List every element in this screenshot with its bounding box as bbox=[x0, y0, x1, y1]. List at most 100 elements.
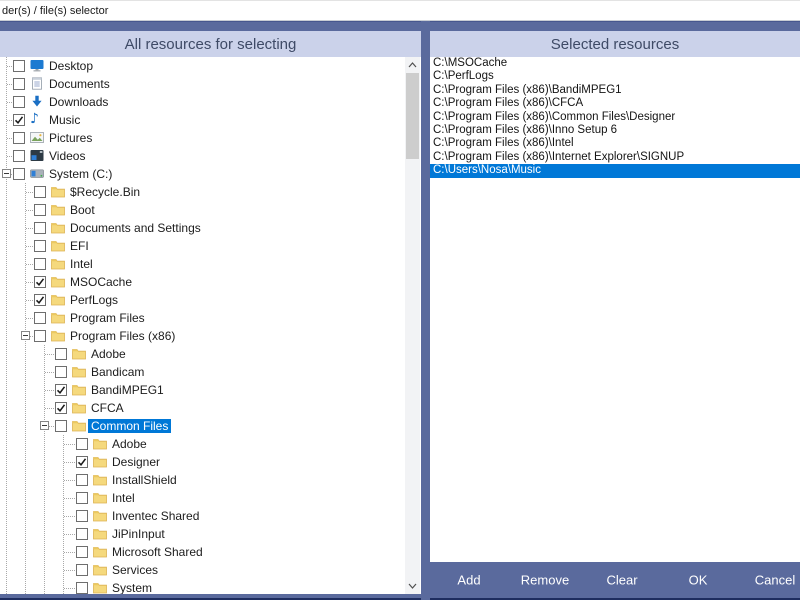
tree-item-system-c[interactable]: System (C:) bbox=[0, 165, 405, 183]
tree-item-bandicam[interactable]: Bandicam bbox=[0, 363, 405, 381]
collapse-minus-icon[interactable] bbox=[40, 421, 49, 430]
tree-item-documents-and-settings[interactable]: Documents and Settings bbox=[0, 219, 405, 237]
ok-button[interactable]: OK bbox=[681, 568, 716, 591]
checkbox-bandicam[interactable] bbox=[55, 366, 67, 378]
tree-item-label[interactable]: Music bbox=[49, 113, 80, 127]
tree-item-label[interactable]: Documents bbox=[49, 77, 110, 91]
tree-item-boot[interactable]: Boot bbox=[0, 201, 405, 219]
selected-resource-row[interactable]: C:\Program Files (x86)\Common Files\Desi… bbox=[430, 111, 800, 124]
selected-resource-row[interactable]: C:\Program Files (x86)\BandiMPEG1 bbox=[430, 84, 800, 97]
checkbox-intel[interactable] bbox=[34, 258, 46, 270]
checkbox-desktop[interactable] bbox=[13, 60, 25, 72]
checkbox-efi[interactable] bbox=[34, 240, 46, 252]
tree-item-label[interactable]: Inventec Shared bbox=[112, 509, 199, 523]
checkbox-services[interactable] bbox=[76, 564, 88, 576]
checkbox-inventec-shared[interactable] bbox=[76, 510, 88, 522]
checkbox-bandimpeg1[interactable] bbox=[55, 384, 67, 396]
tree-item-label[interactable]: CFCA bbox=[91, 401, 124, 415]
tree-item-intel[interactable]: Intel bbox=[0, 255, 405, 273]
tree-item-label[interactable]: Microsoft Shared bbox=[112, 545, 203, 559]
selected-resource-row[interactable]: C:\Users\Nosa\Music bbox=[430, 164, 800, 178]
tree-item-inventec-shared[interactable]: Inventec Shared bbox=[0, 507, 405, 525]
selected-resource-row[interactable]: C:\Program Files (x86)\Intel bbox=[430, 137, 800, 150]
add-button[interactable]: Add bbox=[449, 568, 488, 591]
tree-item-label[interactable]: MSOCache bbox=[70, 275, 132, 289]
tree-item-label[interactable]: Adobe bbox=[91, 347, 126, 361]
tree-item-label[interactable]: Bandicam bbox=[91, 365, 144, 379]
tree-item-label[interactable]: System (C:) bbox=[49, 167, 112, 181]
scrollbar-thumb[interactable] bbox=[406, 73, 419, 159]
tree-item-cfca[interactable]: CFCA bbox=[0, 399, 405, 417]
tree-item-label[interactable]: BandiMPEG1 bbox=[91, 383, 164, 397]
tree-item-adobe[interactable]: Adobe bbox=[0, 345, 405, 363]
tree-item-msocache[interactable]: MSOCache bbox=[0, 273, 405, 291]
checkbox-common-files[interactable] bbox=[55, 420, 67, 432]
selected-resource-row[interactable]: C:\MSOCache bbox=[430, 57, 800, 70]
tree-item-label[interactable]: Common Files bbox=[88, 419, 172, 433]
checkbox-program-files[interactable] bbox=[34, 312, 46, 324]
checkbox-videos[interactable] bbox=[13, 150, 25, 162]
checkbox-pictures[interactable] bbox=[13, 132, 25, 144]
tree-item-bandimpeg1[interactable]: BandiMPEG1 bbox=[0, 381, 405, 399]
tree-item-efi[interactable]: EFI bbox=[0, 237, 405, 255]
checkbox-documents[interactable] bbox=[13, 78, 25, 90]
selected-resource-row[interactable]: C:\Program Files (x86)\Internet Explorer… bbox=[430, 151, 800, 164]
checkbox-intel[interactable] bbox=[76, 492, 88, 504]
tree-item-label[interactable]: Documents and Settings bbox=[70, 221, 201, 235]
tree-item-program-files[interactable]: Program Files bbox=[0, 309, 405, 327]
tree-item-jipininput[interactable]: JiPinInput bbox=[0, 525, 405, 543]
checkbox-perflogs[interactable] bbox=[34, 294, 46, 306]
checkbox-documents-and-settings[interactable] bbox=[34, 222, 46, 234]
tree-item-label[interactable]: Services bbox=[112, 563, 158, 577]
tree-item-downloads[interactable]: Downloads bbox=[0, 93, 405, 111]
tree-scrollbar[interactable] bbox=[405, 57, 420, 594]
collapse-minus-icon[interactable] bbox=[2, 169, 11, 178]
tree-item-intel[interactable]: Intel bbox=[0, 489, 405, 507]
tree-item-label[interactable]: Desktop bbox=[49, 59, 93, 73]
checkbox-recycle-bin[interactable] bbox=[34, 186, 46, 198]
checkbox-designer[interactable] bbox=[76, 456, 88, 468]
clear-button[interactable]: Clear bbox=[598, 568, 645, 591]
checkbox-system[interactable] bbox=[76, 582, 88, 594]
checkbox-cfca[interactable] bbox=[55, 402, 67, 414]
remove-button[interactable]: Remove bbox=[513, 568, 577, 591]
tree-item-system[interactable]: System bbox=[0, 579, 405, 594]
tree-item-adobe[interactable]: Adobe bbox=[0, 435, 405, 453]
tree-item-videos[interactable]: Videos bbox=[0, 147, 405, 165]
selected-resource-row[interactable]: C:\Program Files (x86)\CFCA bbox=[430, 97, 800, 110]
tree-item-desktop[interactable]: Desktop bbox=[0, 57, 405, 75]
tree-item-label[interactable]: Intel bbox=[70, 257, 93, 271]
tree-item-label[interactable]: EFI bbox=[70, 239, 89, 253]
selected-resource-row[interactable]: C:\Program Files (x86)\Inno Setup 6 bbox=[430, 124, 800, 137]
scrollbar-down-icon[interactable] bbox=[405, 579, 420, 593]
tree-item-label[interactable]: PerfLogs bbox=[70, 293, 118, 307]
scrollbar-up-icon[interactable] bbox=[405, 58, 420, 72]
selected-resource-row[interactable]: C:\PerfLogs bbox=[430, 70, 800, 83]
tree-item-documents[interactable]: Documents bbox=[0, 75, 405, 93]
cancel-button[interactable]: Cancel bbox=[747, 568, 800, 591]
tree-item-installshield[interactable]: InstallShield bbox=[0, 471, 405, 489]
tree-item-designer[interactable]: Designer bbox=[0, 453, 405, 471]
checkbox-adobe[interactable] bbox=[55, 348, 67, 360]
tree-item-label[interactable]: Adobe bbox=[112, 437, 147, 451]
checkbox-adobe[interactable] bbox=[76, 438, 88, 450]
checkbox-music[interactable] bbox=[13, 114, 25, 126]
tree-item-perflogs[interactable]: PerfLogs bbox=[0, 291, 405, 309]
tree-item-label[interactable]: Program Files (x86) bbox=[70, 329, 175, 343]
tree-item-label[interactable]: Designer bbox=[112, 455, 160, 469]
checkbox-boot[interactable] bbox=[34, 204, 46, 216]
tree-item-label[interactable]: Pictures bbox=[49, 131, 92, 145]
tree-item-pictures[interactable]: Pictures bbox=[0, 129, 405, 147]
checkbox-system-c[interactable] bbox=[13, 168, 25, 180]
checkbox-downloads[interactable] bbox=[13, 96, 25, 108]
tree-item-microsoft-shared[interactable]: Microsoft Shared bbox=[0, 543, 405, 561]
tree-item-label[interactable]: Boot bbox=[70, 203, 95, 217]
checkbox-jipininput[interactable] bbox=[76, 528, 88, 540]
tree-item-program-files-x86[interactable]: Program Files (x86) bbox=[0, 327, 405, 345]
checkbox-program-files-x86[interactable] bbox=[34, 330, 46, 342]
checkbox-msocache[interactable] bbox=[34, 276, 46, 288]
tree-item-music[interactable]: ♪ Music bbox=[0, 111, 405, 129]
tree-item-label[interactable]: JiPinInput bbox=[112, 527, 165, 541]
tree-item-common-files[interactable]: Common Files bbox=[0, 417, 405, 435]
tree-item-label[interactable]: System bbox=[112, 581, 152, 594]
